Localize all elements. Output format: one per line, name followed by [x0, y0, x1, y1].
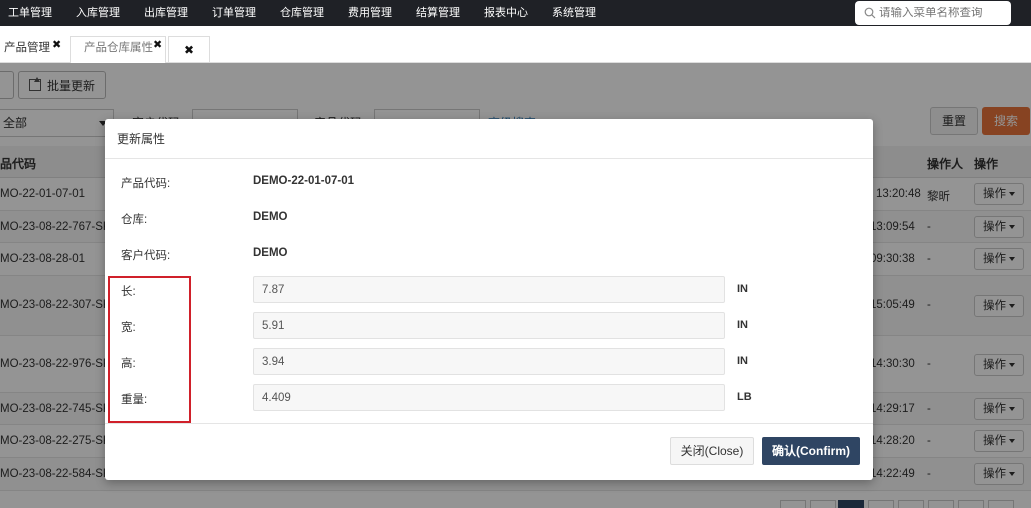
dialog-footer: 关闭(Close) 确认(Confirm): [105, 423, 873, 480]
menu-item-warehouse[interactable]: 仓库管理: [280, 0, 324, 26]
close-icon[interactable]: ✖: [52, 34, 61, 56]
menu-search-input[interactable]: [879, 7, 1009, 19]
menu-item-work-order[interactable]: 工单管理: [8, 0, 52, 26]
tab-product-warehouse-attributes[interactable]: 产品仓库属性 ✖: [70, 36, 166, 63]
update-attributes-dialog: 更新属性 产品代码: DEMO-22-01-07-01 仓库: DEMO 客户代…: [105, 119, 873, 480]
weight-input[interactable]: [253, 384, 725, 411]
product-code-label: 产品代码:: [121, 178, 171, 190]
menu-search-box[interactable]: [855, 1, 1011, 25]
tab-label: 产品仓库属性: [84, 42, 153, 54]
highlight-annotation-box: [108, 276, 191, 423]
main-menu: 工单管理 入库管理 出库管理 订单管理 仓库管理 费用管理 结算管理 报表中心 …: [0, 0, 596, 26]
length-unit: IN: [737, 283, 748, 295]
customer-code-label: 客户代码:: [121, 250, 171, 262]
height-input[interactable]: [253, 348, 725, 375]
tab-product-management[interactable]: 产品管理 ✖: [4, 37, 61, 63]
menu-item-system[interactable]: 系统管理: [552, 0, 596, 26]
length-input[interactable]: [253, 276, 725, 303]
dialog-title: 更新属性: [105, 119, 873, 159]
tab-close-all[interactable]: ✖: [168, 36, 210, 63]
close-button[interactable]: 关闭(Close): [670, 437, 754, 465]
height-unit: IN: [737, 355, 748, 367]
menu-item-orders[interactable]: 订单管理: [212, 0, 256, 26]
confirm-button[interactable]: 确认(Confirm): [762, 437, 860, 465]
width-unit: IN: [737, 319, 748, 331]
top-navigation-bar: 工单管理 入库管理 出库管理 订单管理 仓库管理 费用管理 结算管理 报表中心 …: [0, 0, 1031, 26]
search-icon: [863, 6, 877, 20]
width-input[interactable]: [253, 312, 725, 339]
warehouse-value: DEMO: [253, 211, 288, 223]
tab-bar: 产品管理 ✖ 产品仓库属性 ✖ ✖: [0, 30, 1031, 63]
customer-code-value: DEMO: [253, 247, 288, 259]
weight-unit: LB: [737, 391, 752, 403]
close-icon[interactable]: ✖: [153, 34, 162, 56]
product-code-value: DEMO-22-01-07-01: [253, 175, 354, 187]
warehouse-label: 仓库:: [121, 214, 148, 226]
menu-item-fees[interactable]: 费用管理: [348, 0, 392, 26]
tab-label: 产品管理: [4, 42, 50, 54]
menu-item-outbound[interactable]: 出库管理: [144, 0, 188, 26]
close-icon[interactable]: ✖: [184, 43, 194, 57]
menu-item-inbound[interactable]: 入库管理: [76, 0, 120, 26]
menu-item-settlement[interactable]: 结算管理: [416, 0, 460, 26]
menu-item-reports[interactable]: 报表中心: [484, 0, 528, 26]
